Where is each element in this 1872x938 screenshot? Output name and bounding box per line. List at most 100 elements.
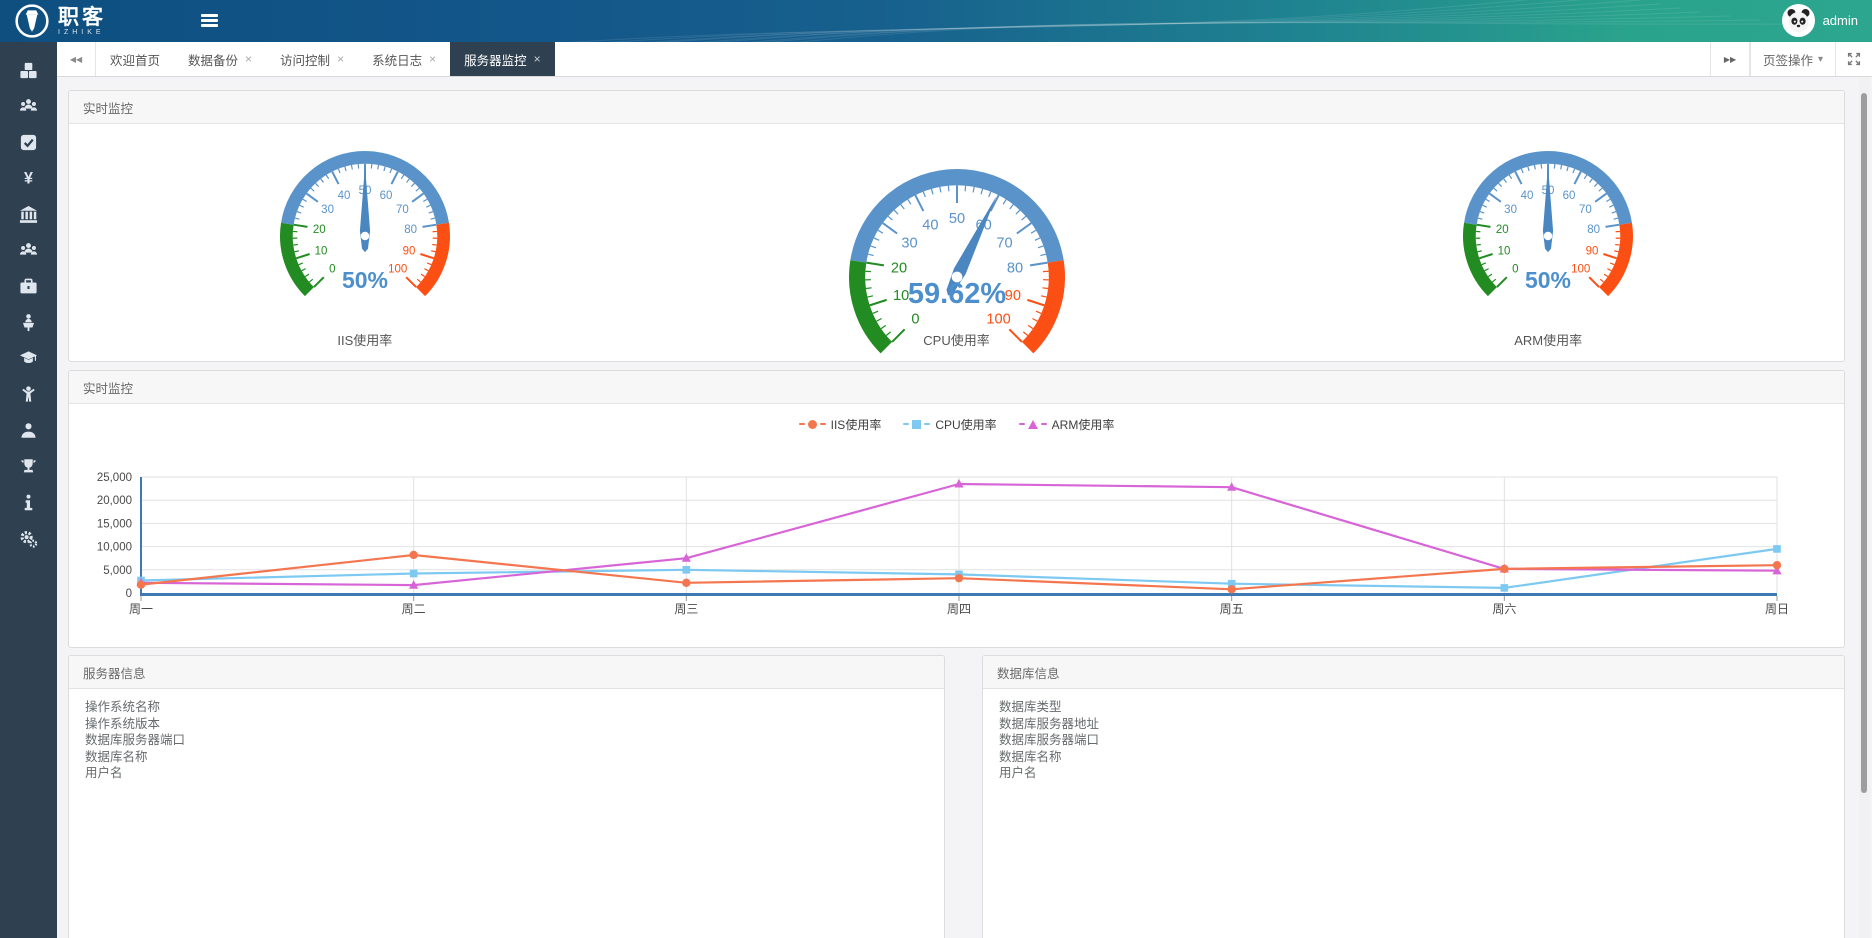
svg-text:周五: 周五 <box>1220 602 1244 616</box>
gauge-caption: ARM使用率 <box>1252 330 1844 349</box>
gauge-caption: IIS使用率 <box>69 330 661 349</box>
gauge-chart: 010203040506070809010050% <box>1453 141 1643 306</box>
graduation-cap-icon <box>19 349 38 368</box>
list-item: 数据库服务器地址 <box>999 716 1844 733</box>
hamburger-icon[interactable] <box>201 14 218 27</box>
svg-text:周日: 周日 <box>1765 602 1789 616</box>
sidebar-item-11[interactable] <box>0 412 57 448</box>
svg-text:周三: 周三 <box>674 602 698 616</box>
sidebar-item-6[interactable] <box>0 232 57 268</box>
server-info-list: 操作系统名称操作系统版本数据库服务器端口数据库名称用户名 <box>69 689 944 782</box>
cubes-icon <box>19 61 38 80</box>
svg-text:80: 80 <box>404 224 417 236</box>
tab-close-icon[interactable]: × <box>534 53 541 65</box>
sidebar-item-2[interactable] <box>0 88 57 124</box>
top-navbar: 职客 IZHIKE admin <box>0 0 1872 42</box>
tab-label: 欢迎首页 <box>110 50 160 69</box>
tab-operations-button[interactable]: 页签操作 ▾ <box>1750 42 1835 76</box>
gauge-chart: 010203040506070809010050% <box>270 141 460 306</box>
svg-text:20,000: 20,000 <box>97 495 132 507</box>
chart-legend: IIS使用率 CPU使用率 ARM使用率 <box>69 413 1844 435</box>
tab-5[interactable]: 服务器监控 × <box>450 42 555 76</box>
svg-text:100: 100 <box>388 264 407 276</box>
svg-text:100: 100 <box>986 311 1010 327</box>
sidebar-menu: ¥ <box>0 42 57 556</box>
sidebar-item-13[interactable] <box>0 484 57 520</box>
sidebar-item-14[interactable] <box>0 520 57 556</box>
svg-text:30: 30 <box>901 235 917 251</box>
svg-text:40: 40 <box>337 190 350 202</box>
sidebar-item-3[interactable] <box>0 124 57 160</box>
svg-text:20: 20 <box>313 224 326 236</box>
tab-label: 系统日志 <box>372 50 422 69</box>
line-chart-svg: 05,00010,00015,00020,00025,000周一周二周三周四周五… <box>69 435 1844 623</box>
legend-item[interactable]: ARM使用率 <box>1019 416 1115 433</box>
sidebar-item-7[interactable] <box>0 268 57 304</box>
tab-close-icon[interactable]: × <box>429 53 436 65</box>
tab-2[interactable]: 数据备份 × <box>174 42 266 76</box>
tab-3[interactable]: 访问控制 × <box>266 42 358 76</box>
tab-4[interactable]: 系统日志 × <box>358 42 450 76</box>
svg-text:周二: 周二 <box>402 602 426 616</box>
sidebar: ¥ <box>0 42 57 938</box>
tab-list: 欢迎首页 数据备份 × 访问控制 × 系统日志 × 服务器监控 × <box>96 42 1710 76</box>
sidebar-item-5[interactable] <box>0 196 57 232</box>
svg-text:¥: ¥ <box>24 169 33 187</box>
svg-text:60: 60 <box>1563 190 1576 202</box>
panel-title: 实时监控 <box>69 371 1844 404</box>
sidebar-item-4[interactable]: ¥ <box>0 160 57 196</box>
svg-text:80: 80 <box>1587 224 1600 236</box>
list-item: 数据库名称 <box>85 749 944 766</box>
legend-item[interactable]: CPU使用率 <box>903 416 996 433</box>
svg-text:90: 90 <box>402 245 415 257</box>
sidebar-item-10[interactable] <box>0 376 57 412</box>
yen-icon: ¥ <box>19 169 38 188</box>
fullscreen-expand-icon[interactable] <box>1835 42 1872 76</box>
database-info-list: 数据库类型数据库服务器地址数据库服务器端口数据库名称用户名 <box>983 689 1844 782</box>
legend-label: ARM使用率 <box>1052 416 1115 433</box>
svg-text:15,000: 15,000 <box>97 518 132 530</box>
user-menu[interactable]: admin <box>1782 4 1858 37</box>
tab-1[interactable]: 欢迎首页 <box>96 42 174 76</box>
sidebar-item-12[interactable] <box>0 448 57 484</box>
gears-icon <box>19 529 38 548</box>
svg-text:20: 20 <box>890 261 906 277</box>
sidebar-item-8[interactable] <box>0 304 57 340</box>
username: admin <box>1823 13 1858 28</box>
trophy-icon <box>19 457 38 476</box>
svg-text:20: 20 <box>1496 224 1509 236</box>
tab-label: 数据备份 <box>188 50 238 69</box>
tab-label: 访问控制 <box>280 50 330 69</box>
app-logo[interactable]: 职客 IZHIKE <box>14 3 106 39</box>
svg-text:80: 80 <box>1006 261 1022 277</box>
svg-text:25,000: 25,000 <box>97 472 132 484</box>
tab-label: 服务器监控 <box>464 50 527 69</box>
svg-text:70: 70 <box>996 235 1012 251</box>
scrollbar-thumb[interactable] <box>1861 93 1867 793</box>
double-left-arrows-icon[interactable]: ◀◀ <box>57 42 96 76</box>
circle-marker-icon <box>808 420 817 429</box>
svg-text:70: 70 <box>1579 204 1592 216</box>
svg-text:40: 40 <box>1521 190 1534 202</box>
svg-text:5,000: 5,000 <box>103 565 132 577</box>
tab-close-icon[interactable]: × <box>245 53 252 65</box>
legend-item[interactable]: IIS使用率 <box>799 416 882 433</box>
panel-title: 服务器信息 <box>69 656 944 689</box>
svg-text:0: 0 <box>329 264 335 276</box>
svg-text:50%: 50% <box>1525 267 1571 293</box>
double-right-arrows-icon[interactable]: ▶▶ <box>1710 42 1750 76</box>
gauge-row: 010203040506070809010050%IIS使用率010203040… <box>69 124 1844 363</box>
square-marker-icon <box>912 420 921 429</box>
gauge-1: 010203040506070809010050%IIS使用率 <box>69 124 661 363</box>
panel-realtime-trend: 实时监控 IIS使用率CPU使用率ARM使用率 05,00010,00015,0… <box>68 370 1845 648</box>
svg-text:50%: 50% <box>342 267 388 293</box>
svg-text:0: 0 <box>1512 264 1518 276</box>
svg-text:周一: 周一 <box>129 602 153 616</box>
sidebar-item-1[interactable] <box>0 52 57 88</box>
tab-close-icon[interactable]: × <box>337 53 344 65</box>
svg-text:10: 10 <box>892 288 908 304</box>
sidebar-item-9[interactable] <box>0 340 57 376</box>
panel-title: 数据库信息 <box>983 656 1844 689</box>
svg-text:90: 90 <box>1586 245 1599 257</box>
legend-label: IIS使用率 <box>831 416 882 433</box>
